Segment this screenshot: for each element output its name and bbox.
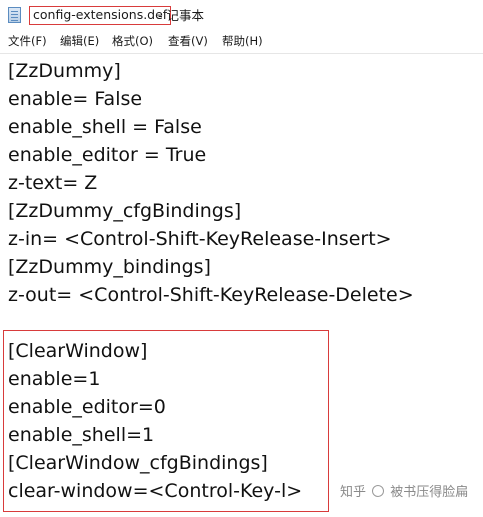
text-line: [ZzDummy] [8,60,121,82]
watermark-site: 知乎 [340,485,367,500]
text-line: [ZzDummy_cfgBindings] [8,200,242,222]
watermark: 知乎 被书压得脸扁 [340,484,468,502]
menu-format[interactable]: 格式(O) [112,33,153,49]
watermark-author: 被书压得脸扁 [390,485,469,500]
text-line: enable_editor = True [8,144,207,166]
notepad-icon [8,7,21,23]
text-line: enable=1 [8,368,101,390]
menu-view[interactable]: 查看(V) [168,33,208,49]
text-line: [ZzDummy_bindings] [8,256,211,278]
text-line: z-text= Z [8,172,98,194]
window-title-app: - 记事本 [158,8,204,23]
text-line: enable_shell=1 [8,424,155,446]
text-line: [ClearWindow_cfgBindings] [8,452,268,474]
menu-edit[interactable]: 编辑(E) [60,33,99,49]
text-line: [ClearWindow] [8,340,148,362]
text-line: clear-window=<Control-Key-l> [8,480,303,502]
title-bar[interactable]: config-extensions.def - 记事本 [0,0,483,30]
text-line: enable_editor=0 [8,396,166,418]
text-line: enable= False [8,88,143,110]
text-line: enable_shell = False [8,116,202,138]
text-line: z-out= <Control-Shift-KeyRelease-Delete> [8,284,414,306]
menu-help[interactable]: 帮助(H) [222,33,263,49]
text-editor-area[interactable]: [ZzDummy] enable= False enable_shell = F… [0,53,483,517]
notepad-window: config-extensions.def - 记事本 文件(F) 编辑(E) … [0,0,483,517]
zhihu-avatar-icon [372,485,385,497]
menu-bar: 文件(F) 编辑(E) 格式(O) 查看(V) 帮助(H) [0,31,483,51]
text-line: z-in= <Control-Shift-KeyRelease-Insert> [8,228,392,250]
window-title-filename: config-extensions.def [29,6,172,25]
menu-file[interactable]: 文件(F) [8,33,47,49]
